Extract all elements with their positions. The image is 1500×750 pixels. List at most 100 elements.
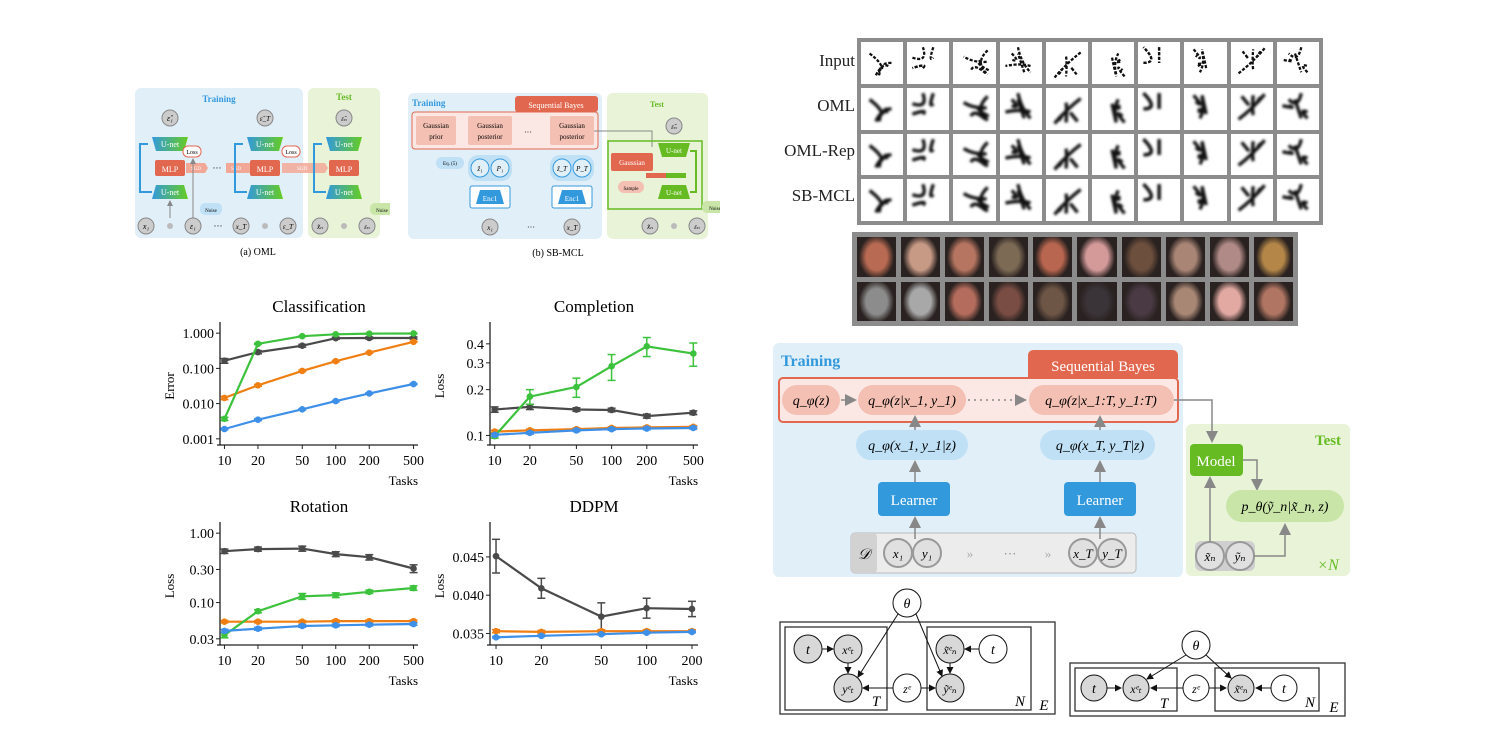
oml-test-label: Test (336, 92, 352, 102)
chart-classification: Classification Error 0.001 0.010 0.100 1.000 1… (162, 297, 424, 488)
data-point-green (365, 330, 373, 337)
data-point-gray (298, 545, 306, 552)
svg-text:zᵉ: zᵉ (902, 682, 912, 696)
x-tick-label: 100 (325, 654, 346, 669)
omniglot-tile (861, 179, 904, 221)
data-point-blue (221, 425, 228, 433)
face-tile (1165, 237, 1205, 277)
data-point-gray (573, 406, 580, 413)
x-tick-label: 10 (489, 654, 503, 669)
data-point-gray (298, 342, 306, 350)
x-axis-label: Tasks (669, 673, 698, 688)
chart-completion: Completion Loss 0.1 0.2 0.3 0.4 10 20 50 100 200 50… (432, 297, 704, 488)
oml-caption: (a) OML (240, 247, 276, 258)
face-tile (901, 281, 941, 321)
face-tile (1253, 281, 1293, 321)
data-point-blue (538, 632, 545, 640)
omniglot-tile (1230, 179, 1273, 221)
face-tile (1033, 281, 1073, 321)
svg-text:Loss: Loss (285, 150, 297, 156)
y-axis-label: Error (162, 372, 177, 400)
svg-text:θ: θ (904, 597, 911, 612)
omniglot-tile (1230, 133, 1273, 176)
omniglot-tile (999, 179, 1042, 221)
svg-text:q_φ(z|x_1:T, y_1:T): q_φ(z|x_1:T, y_1:T) (1045, 394, 1157, 409)
omniglot-tile (1276, 87, 1319, 130)
series-line-blue (224, 622, 414, 632)
x-tick-label: 20 (523, 454, 537, 469)
face-tile (901, 237, 941, 277)
svg-text:ε₁: ε₁ (190, 222, 196, 231)
svg-text:Sequential Bayes: Sequential Bayes (1051, 359, 1155, 375)
svg-text:···: ··· (1004, 546, 1017, 561)
data-point-orange (254, 382, 262, 389)
data-point-blue (410, 380, 417, 388)
svg-text:x₁: x₁ (892, 546, 903, 561)
svg-text:P_T: P_T (575, 165, 589, 173)
data-point-green (365, 588, 373, 596)
svg-text:ε̂ₙ: ε̂ₙ (341, 115, 347, 123)
x-tick-label: 10 (488, 454, 502, 469)
omniglot-tile (1092, 87, 1135, 130)
data-point-blue (526, 429, 534, 437)
face-tile (857, 281, 897, 321)
data-point-blue (491, 431, 498, 439)
face-tile (989, 281, 1029, 321)
data-point-blue (643, 425, 651, 432)
svg-text:q_φ(x_1, y_1|z): q_φ(x_1, y_1|z) (868, 439, 956, 454)
graphical-model-supervised: θ t xᵉₜ yᵉₜ zᵉ x̃ᵉₙ ỹᵉₙ t T N E (779, 588, 1056, 715)
y-tick-label: 1.000 (183, 327, 215, 342)
omniglot-tile (1184, 42, 1227, 84)
x-axis-label: Tasks (669, 473, 698, 488)
data-point-blue (254, 625, 262, 632)
omniglot-tile (907, 133, 950, 176)
svg-text:Learner: Learner (891, 493, 938, 509)
face-tile (857, 237, 897, 277)
data-point-gray (538, 584, 545, 592)
omniglot-tile (1045, 87, 1088, 130)
series-line-blue (224, 382, 414, 431)
y-tick-label: 0.045 (453, 551, 485, 566)
series-line-green (493, 345, 694, 437)
data-point-orange (221, 394, 228, 402)
x-tick-label: 20 (534, 654, 548, 669)
omniglot-tile (861, 133, 904, 176)
y-tick-label: 0.03 (190, 633, 215, 648)
data-point-green (254, 340, 262, 348)
svg-text:E: E (1328, 700, 1338, 716)
omniglot-tile (1092, 42, 1135, 84)
omniglot-tile (907, 42, 950, 84)
x-tick-label: 200 (636, 454, 657, 469)
svg-text:SGD: SGD (297, 167, 307, 172)
x-tick-label: 100 (636, 654, 657, 669)
svg-text:Model: Model (1196, 454, 1235, 470)
svg-text:x̃ₙ: x̃ₙ (316, 223, 323, 231)
data-point-green (690, 350, 697, 357)
svg-text:Gaussian: Gaussian (619, 159, 645, 167)
y-tick-label: 0.3 (467, 357, 485, 372)
chart-title: Classification (272, 297, 366, 316)
omniglot-tile (1184, 179, 1227, 221)
face-tile (1077, 281, 1117, 321)
data-point-gray (492, 552, 500, 560)
svg-text:U-net: U-net (256, 188, 275, 197)
sbmcl-caption: (b) SB-MCL (532, 248, 583, 259)
x-tick-label: 100 (601, 454, 622, 469)
series-line-gray (495, 555, 693, 618)
data-point-orange (254, 618, 262, 625)
y-tick-label: 0.035 (453, 627, 485, 642)
svg-text:ε̂₁: ε̂₁ (167, 114, 173, 123)
svg-text:Eq. (5): Eq. (5) (443, 162, 457, 167)
data-point-green (221, 415, 228, 423)
svg-text:ε̂ₙ: ε̂ₙ (671, 123, 677, 131)
omniglot-tile (1276, 179, 1319, 221)
svg-text:xᵉₜ: xᵉₜ (1129, 682, 1141, 696)
data-point-blue (332, 397, 340, 405)
omniglot-tile (1138, 133, 1181, 176)
omniglot-row-labels: Input OML OML-Rep SB-MCL (770, 38, 855, 218)
data-point-green (573, 383, 580, 391)
data-point-gray (221, 547, 228, 555)
svg-text:εₙ: εₙ (364, 223, 370, 231)
data-point-blue (410, 620, 417, 628)
svg-text:y_T: y_T (1100, 546, 1122, 561)
